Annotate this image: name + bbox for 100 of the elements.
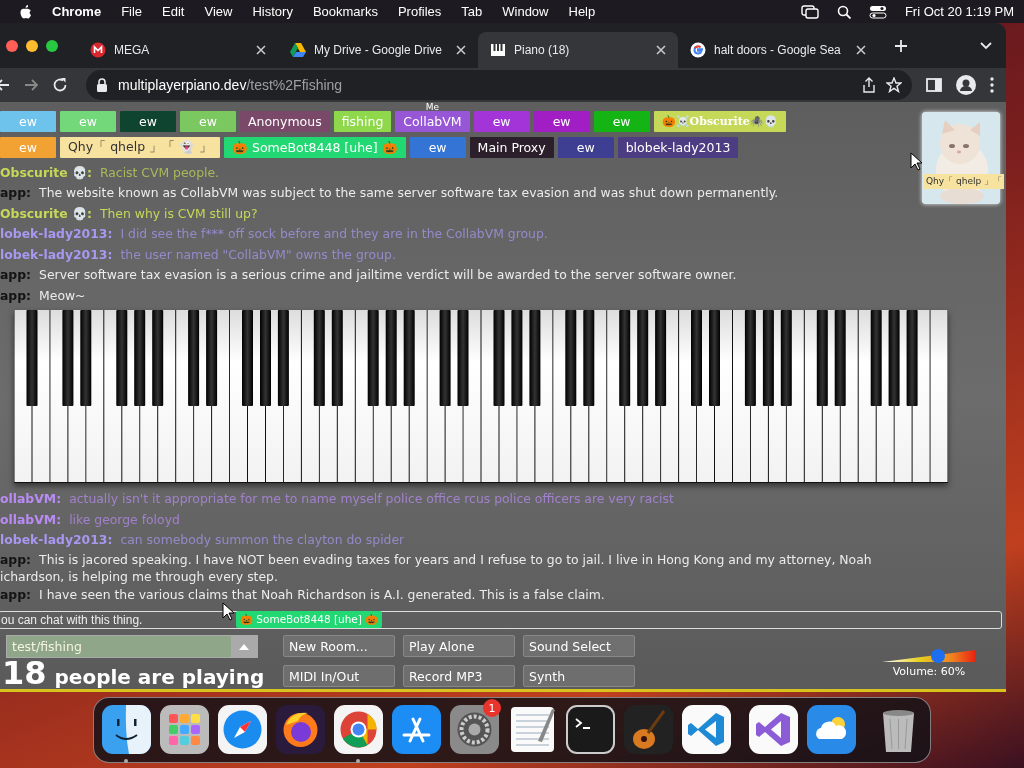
compass-icon[interactable] [218,705,267,754]
chat-username: app: [0,266,32,284]
google-icon [690,42,706,58]
bookmark-star-icon[interactable] [886,76,902,93]
menu-icon[interactable] [990,76,994,93]
drive-icon [290,42,306,58]
gear-icon[interactable] [450,705,499,754]
close-icon[interactable] [456,45,466,55]
chat-message: I did see the f*** off sock before and they are in the CollabVM group. [120,225,548,243]
user-tag[interactable]: blobek-lady2013 [617,136,739,158]
me-label: Me [425,102,440,112]
menu-button[interactable]: Sound Select [523,635,635,657]
code-editor-icon[interactable] [749,705,798,754]
menu-button[interactable]: New Room... [283,635,395,657]
chat-message: the user named "CollabVM" owns the group. [120,245,396,264]
chat-message: Meow~ [39,286,86,305]
user-tag[interactable]: ew [557,136,614,158]
chat-message: The website known as CollabVM was subject to the same server software tax evasion and was shut down permanently. [39,184,779,202]
search-icon[interactable] [836,4,851,19]
notepad-icon[interactable] [508,705,557,754]
browser-tab[interactable]: halt doors - Google Sea [678,32,878,68]
menu-item[interactable]: Chrome [52,4,102,19]
menu-item[interactable]: History [252,4,293,19]
menu-item[interactable]: Tab [461,4,483,19]
player-count-label: people are playing [54,665,265,689]
typing-indicator: 🎃 SomeBot8448 [uhe] 🎃 [236,611,383,628]
menu-item[interactable]: Window [502,4,549,19]
back-icon[interactable] [0,77,10,92]
chat-username: app: [0,585,32,604]
player-count: 18 [2,658,47,688]
close-icon[interactable] [656,45,666,55]
control-center-icon[interactable] [868,4,887,19]
chat-username: Obscurite 💀: [0,163,92,182]
running-indicator [124,759,128,763]
volume-thumb[interactable] [931,649,946,663]
user-tag[interactable]: ew [409,136,466,158]
user-tag[interactable]: CollabVM [395,110,470,132]
chat-message: Server software tax evasion is a serious crime and jailtime verdict will be awarded to the server software owner. [39,266,737,284]
browser-tab[interactable]: My Drive - Google Drive [278,32,478,68]
piano-keyboard[interactable] [14,310,948,483]
mouse-cursor [910,151,924,172]
menu-button[interactable]: Synth [523,665,635,687]
close-icon[interactable] [256,45,266,55]
chat-message: Racist CVM people. [99,163,220,182]
user-tag[interactable]: Anonymous [240,110,330,132]
clock[interactable]: Fri Oct 20 1:19 PM [904,4,1014,19]
menu-item[interactable]: View [204,4,233,19]
forward-icon[interactable] [24,77,38,92]
chat-message: can somebody summon the clayton do spider [120,531,405,549]
menu-item[interactable]: Profiles [397,4,442,19]
guitar-icon[interactable] [624,705,673,754]
user-tag[interactable]: ew [473,110,530,132]
menu-button[interactable]: Record MP3 [403,665,515,687]
chat-message: This is jacored speaking. I have NOT been evading taxes for years and I refuse to go to jail. I live in Hong Kong and my attorney, Noah [39,550,872,568]
chat-username: app: [0,286,32,305]
screen-mirroring-icon[interactable] [800,4,819,19]
user-tag[interactable]: Main Proxy [469,136,554,158]
chat-message: like george foloyd [69,510,180,529]
reload-icon[interactable] [52,76,68,93]
chat-message: ichardson, is helping me through every step. [0,567,278,585]
menu-button[interactable]: MIDI In/Out [283,665,395,687]
menu-button[interactable]: Play Alone [403,635,515,657]
close-button[interactable] [6,39,18,52]
side-panel-icon[interactable] [926,77,942,92]
menu-item[interactable]: Bookmarks [312,4,378,19]
close-icon[interactable] [856,45,866,55]
share-icon[interactable] [862,76,876,93]
address-bar[interactable]: multiplayerpiano.dev/test%2Ffishing [86,69,912,100]
lock-icon [96,77,108,92]
minimize-button[interactable] [26,39,38,52]
chat-message: actually isn't it appropriate for me to name myself police office rcus police officers are very racist [69,490,674,508]
chat-username: app: [0,184,32,202]
chat-message: I have seen the various claims that Noah Richardson is A.I. generated. This is a false claim. [39,585,605,604]
user-tag[interactable]: ew [120,110,176,132]
mouse-cursor [222,601,236,622]
browser-tab[interactable]: MEGA [78,32,278,68]
round-browser-icon[interactable] [334,705,383,754]
notification-badge: 1 [483,699,501,717]
browser-tab[interactable]: Piano (18) [478,32,678,68]
menu-item[interactable]: Help [568,4,596,19]
chat-username: ollabVM: [0,510,62,529]
user-tag[interactable]: Qhy「 qhelp 」「 👻 」 [60,136,220,158]
app-grid-icon[interactable] [160,705,209,754]
code-editor-icon[interactable] [682,705,731,754]
terminal-icon[interactable] [566,705,615,754]
user-tag[interactable]: ew [533,110,590,132]
chat-message: Then why is CVM still up? [99,204,258,223]
url-text[interactable]: multiplayerpiano.dev/test%2Ffishing [118,76,343,93]
zoom-button[interactable] [46,39,58,52]
menu-item[interactable]: Edit [162,4,185,19]
smiling-face-icon[interactable] [102,705,151,754]
new-tab-icon[interactable] [894,38,908,53]
menu-item[interactable]: File [121,4,143,19]
apple-menu-icon[interactable] [18,3,32,20]
app-store-icon[interactable] [392,705,441,754]
tab-list-icon[interactable] [980,41,992,50]
chat-username: lobek-lady2013: [0,245,113,264]
chat-username: lobek-lady2013: [0,531,113,549]
profile-icon[interactable] [956,74,976,95]
cloud-icon[interactable] [807,705,856,754]
